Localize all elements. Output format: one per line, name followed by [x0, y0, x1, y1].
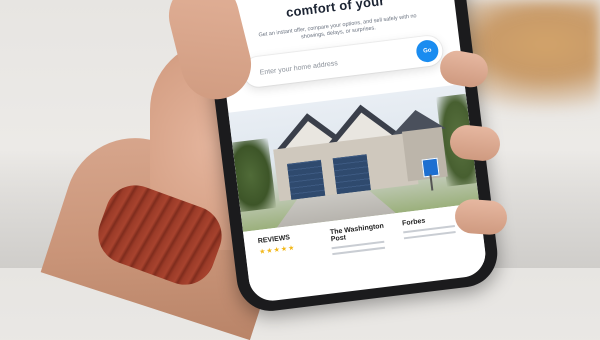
garage-door [332, 154, 371, 195]
garage-door [287, 159, 326, 200]
hand-finger [453, 198, 509, 236]
press-item-reviews: REVIEWS ★★★★★ [257, 222, 329, 290]
press-name: The Washington Post [329, 222, 385, 244]
address-input[interactable] [255, 39, 401, 89]
go-button[interactable]: Go [415, 38, 440, 64]
phone-screen: comfort of your Get an instant offer, co… [213, 0, 489, 304]
press-item-washington-post: The Washington Post [329, 213, 401, 281]
